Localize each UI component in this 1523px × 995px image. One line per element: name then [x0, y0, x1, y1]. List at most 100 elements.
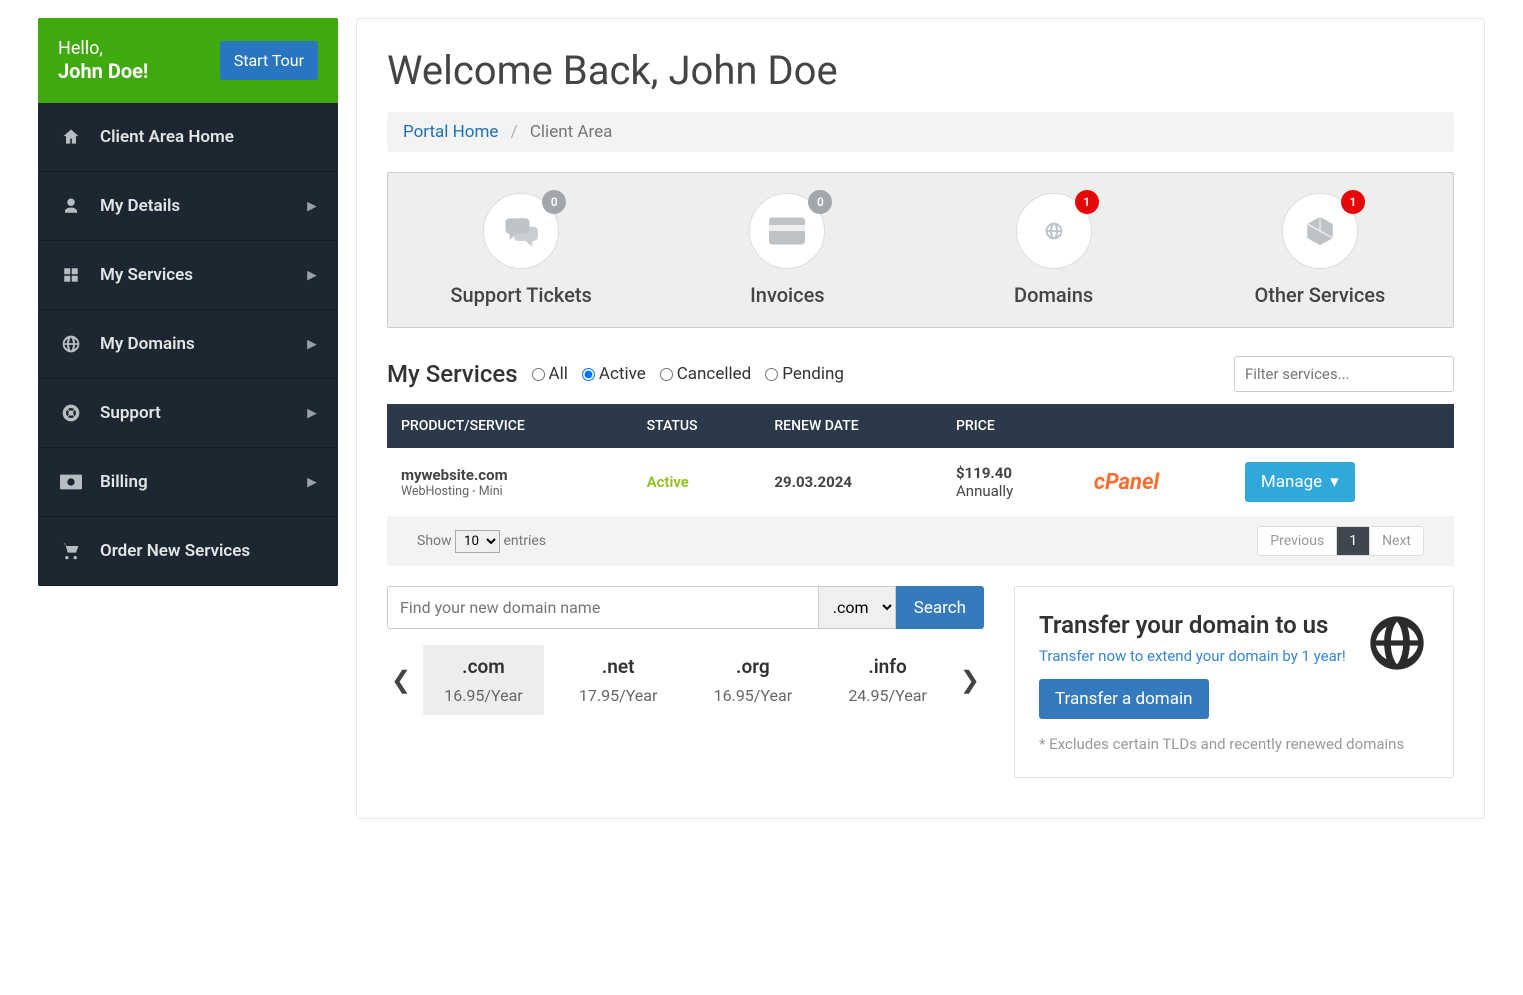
- tld-ext: .net: [564, 655, 673, 678]
- cell-status: Active: [633, 448, 761, 516]
- stats-row: 0 Support Tickets 0 Invoices 1 Domains 1…: [387, 172, 1454, 328]
- sidebar-item-label: My Details: [100, 196, 180, 216]
- pagination: Previous 1 Next: [1257, 526, 1424, 556]
- sidebar-nav: Client Area Home My Details ▸ My Service…: [38, 103, 338, 586]
- tld-prev-arrow[interactable]: ❮: [387, 666, 415, 694]
- table-header: STATUS: [633, 404, 761, 448]
- sidebar-item-client-area-home[interactable]: Client Area Home: [38, 103, 338, 172]
- sidebar-item-my-domains[interactable]: My Domains ▸: [38, 310, 338, 379]
- entries-show-label: Show: [417, 533, 452, 549]
- globe-icon: [1365, 611, 1429, 719]
- tld-price: 16.95/Year: [699, 686, 808, 705]
- table-header: RENEW DATE: [760, 404, 942, 448]
- greeting-text: Hello, John Doe!: [58, 38, 148, 83]
- table-header: PRODUCT/SERVICE: [387, 404, 633, 448]
- stat-other-services[interactable]: 1 Other Services: [1192, 193, 1448, 307]
- sidebar-item-my-details[interactable]: My Details ▸: [38, 172, 338, 241]
- table-header: [1080, 404, 1231, 448]
- chevron-right-icon: ▸: [307, 196, 316, 216]
- sidebar: Hello, John Doe! Start Tour Client Area …: [38, 18, 338, 586]
- tld-price: 17.95/Year: [564, 686, 673, 705]
- pagination-next[interactable]: Next: [1370, 527, 1423, 555]
- table-header: [1231, 404, 1454, 448]
- services-filter-input[interactable]: [1234, 356, 1454, 392]
- transfer-link[interactable]: Transfer now to extend your domain by 1 …: [1039, 647, 1346, 665]
- stat-invoices[interactable]: 0 Invoices: [660, 193, 916, 307]
- sidebar-item-label: Billing: [100, 472, 148, 492]
- cell-product: mywebsite.comWebHosting - Mini: [387, 448, 633, 516]
- entries-selector: Show 10 entries: [417, 530, 546, 553]
- card-icon: 0: [749, 193, 825, 269]
- transfer-title: Transfer your domain to us: [1039, 611, 1346, 639]
- cell-price: $119.40Annually: [942, 448, 1080, 516]
- globe-icon: [60, 334, 82, 354]
- filter-cancelled[interactable]: Cancelled: [660, 364, 751, 384]
- sidebar-item-support[interactable]: Support ▸: [38, 379, 338, 448]
- main-content: Welcome Back, John Doe Portal Home / Cli…: [356, 18, 1485, 819]
- breadcrumb-separator: /: [511, 122, 518, 142]
- stat-count-badge: 1: [1075, 190, 1099, 214]
- filter-radio-all[interactable]: [532, 368, 545, 381]
- sidebar-item-label: Order New Services: [100, 541, 250, 561]
- cell-renew: 29.03.2024: [760, 448, 942, 516]
- sidebar-item-label: My Services: [100, 265, 193, 285]
- filter-radio-cancelled[interactable]: [660, 368, 673, 381]
- tld-ext: .com: [429, 655, 538, 678]
- start-tour-button[interactable]: Start Tour: [220, 41, 318, 80]
- home-icon: [60, 127, 82, 147]
- tld-card-com[interactable]: .com 16.95/Year: [423, 645, 544, 715]
- breadcrumb-home-link[interactable]: Portal Home: [403, 122, 498, 142]
- services-title: My Services: [387, 360, 518, 388]
- breadcrumb: Portal Home / Client Area: [387, 112, 1454, 152]
- pagination-prev[interactable]: Previous: [1258, 527, 1337, 555]
- sidebar-item-label: Client Area Home: [100, 127, 234, 147]
- chat-icon: 0: [483, 193, 559, 269]
- stat-support-tickets[interactable]: 0 Support Tickets: [393, 193, 649, 307]
- filter-radio-pending[interactable]: [765, 368, 778, 381]
- cell-panel: cPanel: [1080, 448, 1231, 516]
- tld-ext: .org: [699, 655, 808, 678]
- table-row: mywebsite.comWebHosting - Mini Active 29…: [387, 448, 1454, 516]
- sidebar-item-order-new-services[interactable]: Order New Services: [38, 517, 338, 586]
- service-filter-radios: All Active Cancelled Pending: [532, 364, 844, 384]
- money-icon: [60, 473, 82, 491]
- grid-icon: [60, 266, 82, 284]
- tld-next-arrow[interactable]: ❯: [956, 666, 984, 694]
- transfer-button[interactable]: Transfer a domain: [1039, 679, 1209, 719]
- sidebar-item-my-services[interactable]: My Services ▸: [38, 241, 338, 310]
- cell-action: Manage ▾: [1231, 448, 1454, 516]
- tld-price: 16.95/Year: [429, 686, 538, 705]
- tld-card-org[interactable]: .org 16.95/Year: [693, 645, 814, 715]
- chevron-right-icon: ▸: [307, 403, 316, 423]
- sidebar-item-label: My Domains: [100, 334, 195, 354]
- user-icon: [60, 197, 82, 215]
- filter-radio-active[interactable]: [582, 368, 595, 381]
- page-title: Welcome Back, John Doe: [387, 47, 1454, 94]
- table-header: PRICE: [942, 404, 1080, 448]
- caret-down-icon: ▾: [1330, 472, 1339, 492]
- tld-card-net[interactable]: .net 17.95/Year: [558, 645, 679, 715]
- sidebar-item-billing[interactable]: Billing ▸: [38, 448, 338, 517]
- filter-pending[interactable]: Pending: [765, 364, 844, 384]
- manage-button[interactable]: Manage ▾: [1245, 462, 1355, 502]
- transfer-card: Transfer your domain to us Transfer now …: [1014, 586, 1454, 778]
- pagination-page-1[interactable]: 1: [1337, 527, 1370, 555]
- domain-tld-select[interactable]: .com: [819, 586, 896, 629]
- filter-active[interactable]: Active: [582, 364, 646, 384]
- domain-search-panel: .com Search ❮ .com 16.95/Year .net 17.95/Ye…: [387, 586, 984, 778]
- greeting-label: Hello,: [58, 38, 103, 59]
- domain-search-input[interactable]: [387, 586, 819, 629]
- tld-card-info[interactable]: .info 24.95/Year: [827, 645, 948, 715]
- entries-label: entries: [504, 533, 547, 549]
- domain-search-button[interactable]: Search: [896, 586, 984, 629]
- stat-domains[interactable]: 1 Domains: [926, 193, 1182, 307]
- breadcrumb-current: Client Area: [530, 122, 612, 142]
- stat-label: Invoices: [750, 283, 824, 307]
- chevron-right-icon: ▸: [307, 265, 316, 285]
- tld-price: 24.95/Year: [833, 686, 942, 705]
- chevron-right-icon: ▸: [307, 472, 316, 492]
- entries-per-page-select[interactable]: 10: [455, 530, 500, 553]
- tld-ext: .info: [833, 655, 942, 678]
- filter-all[interactable]: All: [532, 364, 568, 384]
- cube-icon: 1: [1282, 193, 1358, 269]
